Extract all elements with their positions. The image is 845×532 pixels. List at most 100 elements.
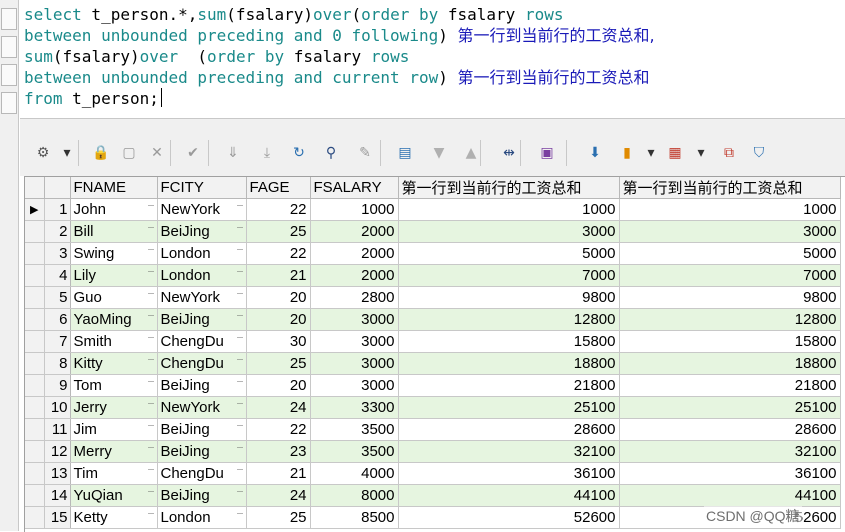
- cell-fage[interactable]: 22: [246, 242, 311, 265]
- cell-running-total-1[interactable]: 28600: [398, 418, 620, 441]
- cell-fcity[interactable]: ChengDu ···: [157, 462, 247, 485]
- cell-running-total-1[interactable]: 7000: [398, 264, 620, 287]
- cell-fname[interactable]: Merry ···: [70, 440, 158, 463]
- cell-running-total-1[interactable]: 44100: [398, 484, 620, 507]
- row-indicator[interactable]: [25, 440, 45, 463]
- cell-editor-button-icon[interactable]: ···: [148, 398, 155, 408]
- cell-fsalary[interactable]: 3500: [310, 418, 399, 441]
- cell-running-total-1[interactable]: 36100: [398, 462, 620, 485]
- cell-fname[interactable]: Jerry ···: [70, 396, 158, 419]
- cell-fcity[interactable]: BeiJing ···: [157, 484, 247, 507]
- cell-editor-button-icon[interactable]: ···: [148, 222, 155, 232]
- cell-fname[interactable]: Jim ···: [70, 418, 158, 441]
- gutter-check-icon[interactable]: [1, 64, 17, 86]
- cell-fname[interactable]: Bill ···: [70, 220, 158, 243]
- cell-fcity[interactable]: NewYork ···: [157, 396, 247, 419]
- cell-fage[interactable]: 25: [246, 352, 311, 375]
- cell-fage[interactable]: 20: [246, 308, 311, 331]
- cell-fsalary[interactable]: 3000: [310, 352, 399, 375]
- sql-editor[interactable]: select t_person.*,sum(fsalary)over(order…: [20, 0, 845, 118]
- table-row[interactable]: 12 Merry ··· BeiJing ··· 23 3500 32100 32100: [25, 440, 841, 463]
- cell-fcity[interactable]: ChengDu ···: [157, 352, 247, 375]
- cell-fsalary[interactable]: 2000: [310, 242, 399, 265]
- cell-fsalary[interactable]: 3000: [310, 374, 399, 397]
- gutter-check-icon[interactable]: [1, 92, 17, 114]
- cell-fcity[interactable]: BeiJing ···: [157, 220, 247, 243]
- cell-editor-button-icon[interactable]: ···: [237, 398, 244, 408]
- table-row[interactable]: 13 Tim ··· ChengDu ··· 21 4000 36100 36100: [25, 462, 841, 485]
- cell-running-total-1[interactable]: 32100: [398, 440, 620, 463]
- cell-fage[interactable]: 23: [246, 440, 311, 463]
- last-record-icon[interactable]: ⤓: [256, 142, 278, 164]
- sort-desc-icon[interactable]: ▼: [428, 142, 450, 164]
- cell-fage[interactable]: 20: [246, 374, 311, 397]
- grid-options-icon[interactable]: ⚙: [32, 142, 54, 164]
- cell-fcity[interactable]: London ···: [157, 264, 247, 287]
- cell-fsalary[interactable]: 3000: [310, 308, 399, 331]
- chart-dropdown-icon[interactable]: ▾: [640, 142, 662, 164]
- cell-editor-button-icon[interactable]: ···: [148, 464, 155, 474]
- next-record-icon[interactable]: ⇓: [222, 142, 244, 164]
- cell-editor-button-icon[interactable]: ···: [237, 332, 244, 342]
- cell-editor-button-icon[interactable]: ···: [148, 442, 155, 452]
- cell-fage[interactable]: 20: [246, 286, 311, 309]
- table-row[interactable]: 11 Jim ··· BeiJing ··· 22 3500 28600 28600: [25, 418, 841, 441]
- cell-fname[interactable]: Ketty ···: [70, 506, 158, 529]
- lock-icon[interactable]: 🔒: [90, 142, 112, 164]
- cell-fname[interactable]: Smith ···: [70, 330, 158, 353]
- table-row[interactable]: 10 Jerry ··· NewYork ··· 24 3300 25100 25100: [25, 396, 841, 419]
- cell-running-total-1[interactable]: 15800: [398, 330, 620, 353]
- insert-record-icon[interactable]: ▢: [118, 142, 140, 164]
- table-row[interactable]: 2 Bill ··· BeiJing ··· 25 2000 3000 3000: [25, 220, 841, 243]
- row-indicator[interactable]: [25, 418, 45, 441]
- sort-asc-icon[interactable]: ▲: [460, 142, 482, 164]
- cell-fname[interactable]: Tim ···: [70, 462, 158, 485]
- cell-running-total-2[interactable]: 7000: [619, 264, 841, 287]
- cell-fcity[interactable]: London ···: [157, 506, 247, 529]
- cell-editor-button-icon[interactable]: ···: [148, 266, 155, 276]
- cell-fsalary[interactable]: 1000: [310, 198, 399, 221]
- cell-running-total-2[interactable]: 15800: [619, 330, 841, 353]
- table-row[interactable]: 4 Lily ··· London ··· 21 2000 7000 7000: [25, 264, 841, 287]
- cell-running-total-2[interactable]: 1000: [619, 198, 841, 221]
- cell-fage[interactable]: 30: [246, 330, 311, 353]
- cell-running-total-2[interactable]: 36100: [619, 462, 841, 485]
- cell-fsalary[interactable]: 3000: [310, 330, 399, 353]
- cell-running-total-1[interactable]: 3000: [398, 220, 620, 243]
- gutter-check-icon[interactable]: [1, 36, 17, 58]
- cell-editor-button-icon[interactable]: ···: [148, 508, 155, 518]
- cell-editor-button-icon[interactable]: ···: [237, 288, 244, 298]
- row-indicator[interactable]: [25, 374, 45, 397]
- cell-fsalary[interactable]: 2000: [310, 264, 399, 287]
- row-indicator[interactable]: [25, 506, 45, 529]
- row-indicator[interactable]: [25, 242, 45, 265]
- cell-fcity[interactable]: NewYork ···: [157, 286, 247, 309]
- table-row[interactable]: 14 YuQian ··· BeiJing ··· 24 8000 44100 44100: [25, 484, 841, 507]
- cell-editor-button-icon[interactable]: ···: [237, 200, 244, 210]
- column-header-running-total-1[interactable]: 第一行到当前行的工资总和: [398, 177, 620, 199]
- cell-running-total-2[interactable]: 28600: [619, 418, 841, 441]
- clear-icon[interactable]: ✎: [354, 142, 376, 164]
- column-header-fcity[interactable]: FCITY: [157, 177, 247, 199]
- column-header-fname[interactable]: FNAME: [70, 177, 158, 199]
- cell-running-total-2[interactable]: 44100: [619, 484, 841, 507]
- table-row[interactable]: 8 Kitty ··· ChengDu ··· 25 3000 18800 18800: [25, 352, 841, 375]
- cell-fname[interactable]: Tom ···: [70, 374, 158, 397]
- cell-running-total-1[interactable]: 18800: [398, 352, 620, 375]
- cell-running-total-2[interactable]: 32100: [619, 440, 841, 463]
- cell-editor-button-icon[interactable]: ···: [237, 464, 244, 474]
- cell-fage[interactable]: 22: [246, 418, 311, 441]
- table-row[interactable]: ▶ 1 John ··· NewYork ··· 22 1000 1000 1000: [25, 198, 841, 221]
- cell-fage[interactable]: 25: [246, 220, 311, 243]
- table-row[interactable]: 9 Tom ··· BeiJing ··· 20 3000 21800 21800: [25, 374, 841, 397]
- filter-icon[interactable]: ⛉: [748, 142, 770, 164]
- cell-fsalary[interactable]: 8000: [310, 484, 399, 507]
- cell-fsalary[interactable]: 3300: [310, 396, 399, 419]
- cell-fcity[interactable]: BeiJing ···: [157, 308, 247, 331]
- cell-fcity[interactable]: BeiJing ···: [157, 440, 247, 463]
- cell-fname[interactable]: Guo ···: [70, 286, 158, 309]
- row-indicator[interactable]: ▶: [25, 198, 45, 221]
- table-icon[interactable]: ▦: [664, 142, 686, 164]
- cell-running-total-2[interactable]: 12800: [619, 308, 841, 331]
- cell-fcity[interactable]: ChengDu ···: [157, 330, 247, 353]
